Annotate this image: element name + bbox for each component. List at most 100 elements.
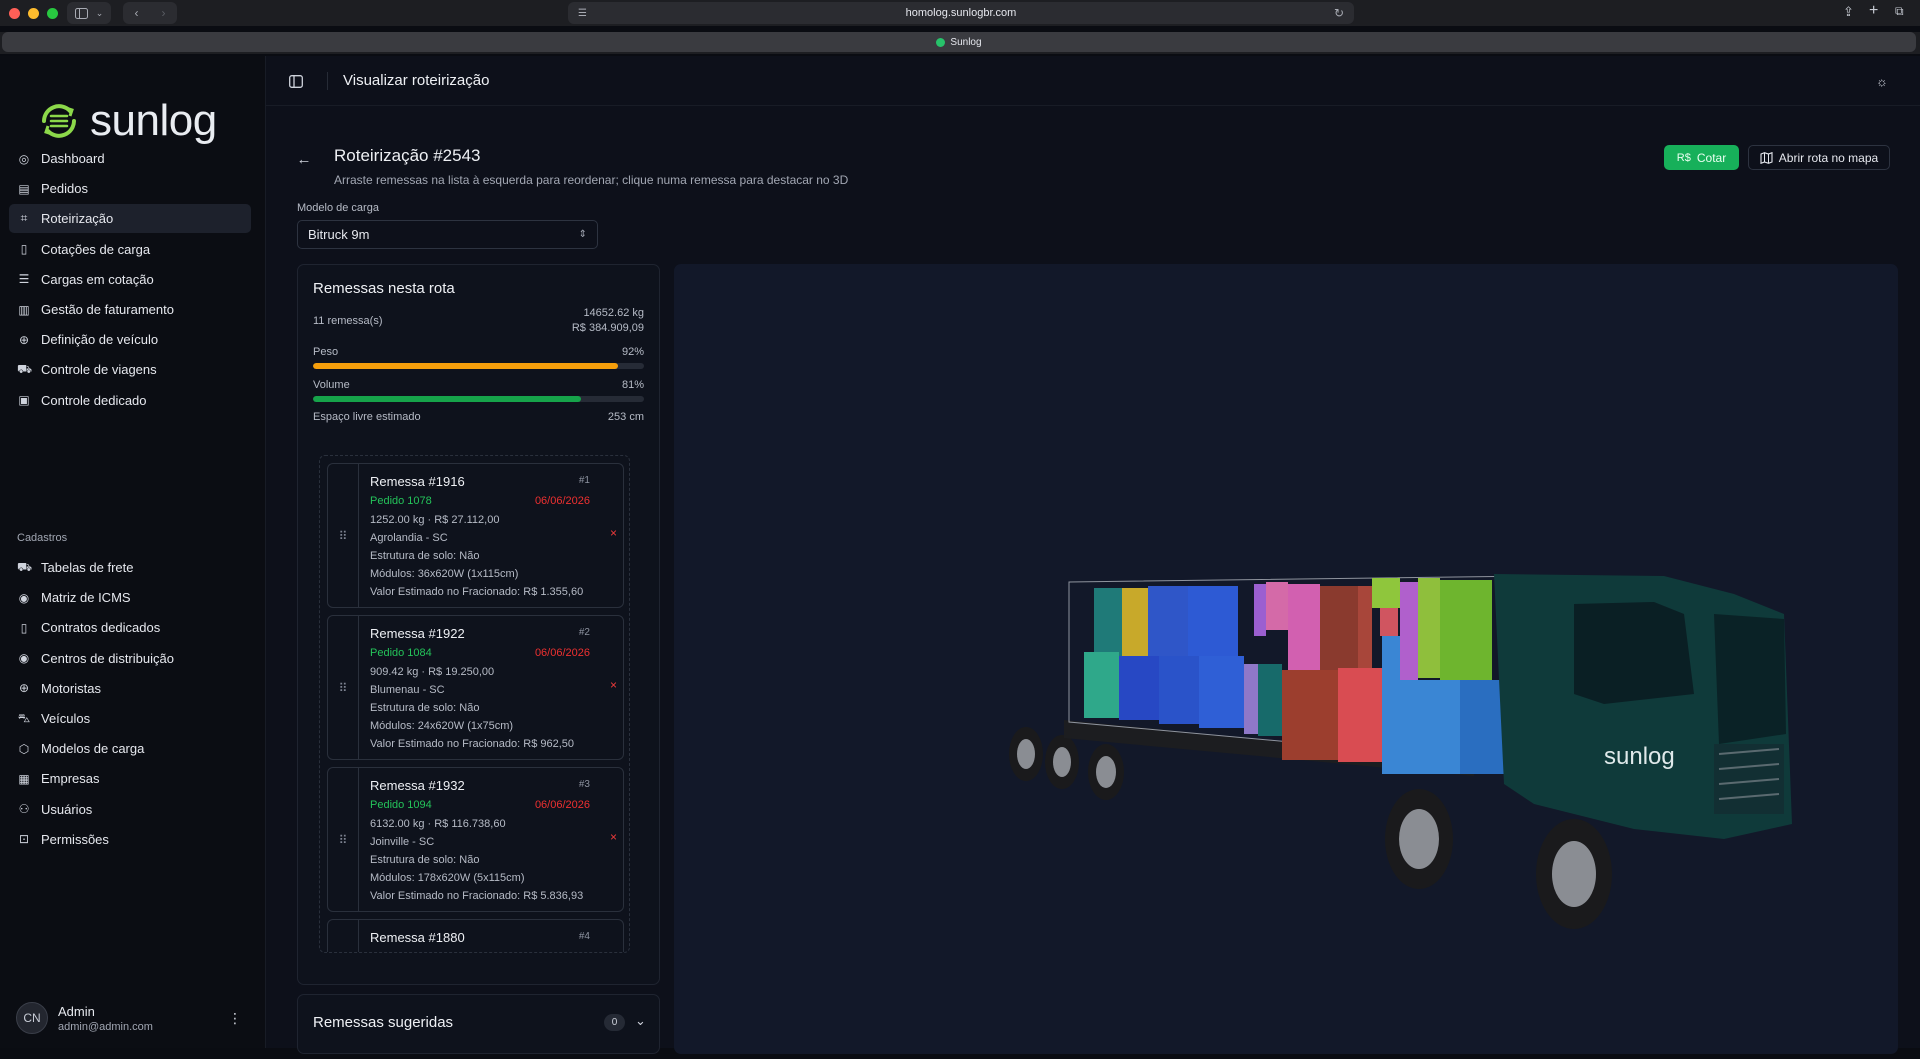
sidebar-item-label: Permissões xyxy=(41,831,109,847)
share-icon[interactable]: ⇪ xyxy=(1843,4,1854,20)
sunlog-logo[interactable]: sunlog xyxy=(36,96,217,146)
shipment-count: 11 remessa(s) xyxy=(313,315,383,327)
sidebar-item-pedidos[interactable]: ▤ Pedidos xyxy=(9,174,251,203)
shipment-modules: Módulos: 24x620W (1x75cm) xyxy=(370,720,514,732)
remove-shipment-icon[interactable]: × xyxy=(610,678,617,692)
sidebar-item-matriz-de-icms[interactable]: ◉ Matriz de ICMS xyxy=(9,583,251,612)
shipment-card[interactable]: ⠿ Remessa #1916 #1 Pedido 1078 06/06/2026 125… xyxy=(327,463,624,608)
shipment-ground-structure: Estrutura de solo: Não xyxy=(370,854,480,866)
sidebar-item-label: Matriz de ICMS xyxy=(41,590,131,606)
drag-handle-icon[interactable]: ⠿ xyxy=(328,920,359,952)
tabs-overview-icon[interactable]: ⧉ xyxy=(1895,4,1904,19)
sidebar-item-usuarios[interactable]: ⚇ Usuários xyxy=(9,795,251,824)
shipment-date: 06/06/2026 xyxy=(534,647,590,659)
sidebar-item-permissoes[interactable]: ⊡ Permissões xyxy=(9,825,251,854)
route-panel-title: Remessas nesta rota xyxy=(313,280,455,297)
truck-brand-text: sunlog xyxy=(1604,743,1675,770)
weight-total: 14652.62 kg xyxy=(583,307,644,319)
forward-icon[interactable]: › xyxy=(162,6,166,20)
top-bar: Visualizar roteirização ☼ xyxy=(266,56,1920,106)
model-label: Modelo de carga xyxy=(297,202,379,214)
back-icon[interactable]: ‹ xyxy=(135,6,139,20)
drag-handle-icon[interactable]: ⠿ xyxy=(328,464,359,607)
sidebar-toggle-button[interactable]: ⌄ xyxy=(67,2,111,24)
new-tab-icon[interactable]: + xyxy=(1869,2,1878,20)
free-space-value: 253 cm xyxy=(607,411,644,423)
minimize-window-button[interactable] xyxy=(28,7,39,19)
truck-icon: ⛟ xyxy=(17,361,33,376)
user-profile[interactable]: CN Admin admin@admin.com xyxy=(16,1002,153,1034)
maximize-window-button[interactable] xyxy=(47,7,58,19)
close-window-button[interactable] xyxy=(9,7,20,19)
page-header-title: Visualizar roteirização xyxy=(343,72,490,89)
browser-tab[interactable]: Sunlog xyxy=(2,32,1916,52)
sidebar-item-label: Pedidos xyxy=(41,181,88,197)
browser-toolbar: ⌄ ‹ › ☰ homolog.sunlogbr.com ↻ ⇪ + ⧉ xyxy=(0,0,1920,26)
shipment-order-number: #3 xyxy=(578,779,590,790)
users-icon: ⚇ xyxy=(18,802,30,817)
sidebar-item-veiculos[interactable]: ⛍ Veículos xyxy=(9,704,251,733)
shipment-card[interactable]: ⠿ Remessa #1922 #2 Pedido 1084 06/06/2026 909… xyxy=(327,615,624,760)
sidebar-item-label: Modelos de carga xyxy=(41,741,145,757)
car-icon: ⛍ xyxy=(17,710,31,725)
remove-shipment-icon[interactable]: × xyxy=(610,526,617,540)
sidebar-item-gestao-de-faturamento[interactable]: ▥ Gestão de faturamento xyxy=(9,295,251,324)
sidebar-item-dashboard[interactable]: ◎ Dashboard xyxy=(9,144,251,173)
sidebar-item-motoristas[interactable]: ⊕ Motoristas xyxy=(9,674,251,703)
truck-icon: ⛟ xyxy=(17,559,33,574)
sidebar-item-cotacoes-de-carga[interactable]: ▯ Cotações de carga xyxy=(9,235,251,264)
suggested-shipments-panel[interactable]: Remessas sugeridas 0 ⌄ xyxy=(297,994,660,1054)
suggested-count-badge: 0 xyxy=(604,1014,625,1031)
volume-label: Volume xyxy=(313,379,350,391)
sidebar-item-label: Controle dedicado xyxy=(41,392,147,408)
drag-handle-icon[interactable]: ⠿ xyxy=(328,616,359,759)
steering-icon: ⊕ xyxy=(18,332,30,347)
weight-progress-fill xyxy=(313,363,618,369)
sidebar-item-tabelas-de-frete[interactable]: ⛟ Tabelas de frete xyxy=(9,553,251,582)
shipment-pedido-link[interactable]: Pedido 1084 xyxy=(370,647,432,659)
back-button[interactable]: ← xyxy=(296,151,312,168)
shipment-pedido-link[interactable]: Pedido 1078 xyxy=(370,495,432,507)
sidebar-item-controle-de-viagens[interactable]: ⛟ Controle de viagens xyxy=(9,355,251,384)
currency-icon: R$ xyxy=(1676,151,1691,164)
address-bar[interactable]: ☰ homolog.sunlogbr.com ↻ xyxy=(568,2,1354,24)
shipment-modules: Módulos: 178x620W (5x115cm) xyxy=(370,872,525,884)
open-map-button[interactable]: Abrir rota no mapa xyxy=(1748,145,1890,170)
shipment-card[interactable]: ⠿ Remessa #1932 #3 Pedido 1094 06/06/2026 613… xyxy=(327,767,624,912)
clipboard-check-icon: ▣ xyxy=(18,393,30,408)
sidebar-item-modelos-de-carga[interactable]: ⬡ Modelos de carga xyxy=(9,734,251,763)
site-settings-icon[interactable]: ☰ xyxy=(578,8,587,19)
quote-button[interactable]: R$ Cotar xyxy=(1664,145,1739,170)
pin-icon: ◉ xyxy=(18,651,30,666)
sidebar-item-cargas-em-cotacao[interactable]: ☰ Cargas em cotação xyxy=(9,265,251,294)
weight-label: Peso xyxy=(313,346,339,358)
sidebar-item-label: Roteirização xyxy=(41,211,114,227)
truck-3d-scene[interactable]: sunlog xyxy=(674,264,1898,1054)
sidebar-item-label: Motoristas xyxy=(41,680,101,696)
toggle-sidebar-button[interactable] xyxy=(288,73,304,89)
3d-viewer[interactable]: sunlog xyxy=(674,264,1898,1054)
sidebar-item-controle-dedicado[interactable]: ▣ Controle dedicado xyxy=(9,386,251,415)
sidebar-item-definicao-de-veiculo[interactable]: ⊕ Definição de veículo xyxy=(9,325,251,354)
chevron-updown-icon: ⇕ xyxy=(578,229,587,240)
kebab-menu-icon[interactable]: ⋮ xyxy=(228,1010,242,1027)
window-controls xyxy=(9,7,58,19)
shipment-pedido-link[interactable]: Pedido 1094 xyxy=(370,799,432,811)
shipment-card[interactable]: ⠿ Remessa #1880 #4 xyxy=(327,919,624,952)
shipment-ground-structure: Estrutura de solo: Não xyxy=(370,550,480,562)
chevron-down-icon[interactable]: ⌄ xyxy=(635,1013,646,1029)
shipment-order-number: #1 xyxy=(578,475,590,486)
sunlog-logo-icon xyxy=(42,104,76,138)
sidebar-item-roteirizacao[interactable]: ⌗ Roteirização xyxy=(9,204,251,234)
sidebar-item-label: Dashboard xyxy=(41,151,105,166)
sidebar-item-contratos-dedicados[interactable]: ▯ Contratos dedicados xyxy=(9,613,251,642)
sidebar-item-centros-de-distribuicao[interactable]: ◉ Centros de distribuição xyxy=(9,644,251,673)
remove-shipment-icon[interactable]: × xyxy=(610,830,617,844)
receipt-icon: ▥ xyxy=(18,302,30,317)
reload-icon[interactable]: ↻ xyxy=(1334,6,1344,20)
drag-handle-icon[interactable]: ⠿ xyxy=(328,768,359,911)
cargo-model-select[interactable]: Bitruck 9m ⇕ xyxy=(297,220,598,249)
theme-toggle-button[interactable]: ☼ xyxy=(1874,73,1890,89)
sidebar-item-empresas[interactable]: ▦ Empresas xyxy=(9,764,251,793)
shipment-list[interactable]: ⠿ Remessa #1916 #1 Pedido 1078 06/06/2026 125… xyxy=(319,455,630,953)
